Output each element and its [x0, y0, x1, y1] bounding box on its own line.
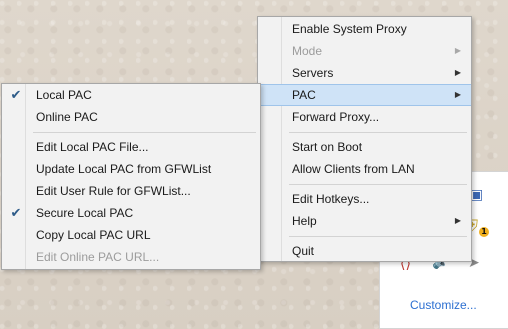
- submenu-item-local-pac[interactable]: ✔ Local PAC: [2, 84, 260, 106]
- menu-item-pac[interactable]: PAC ▶: [258, 84, 471, 106]
- menu-item-quit[interactable]: Quit: [258, 240, 471, 262]
- menu-separator: [258, 128, 471, 136]
- menu-separator: [2, 128, 260, 136]
- menu-item-label: Servers: [292, 66, 334, 80]
- check-icon: ✔: [10, 87, 22, 102]
- menu-item-label: Edit Local PAC File...: [36, 140, 149, 154]
- menu-item-label: Start on Boot: [292, 140, 363, 154]
- menu-item-start-on-boot[interactable]: Start on Boot: [258, 136, 471, 158]
- menu-item-mode[interactable]: Mode ▶: [258, 40, 471, 62]
- menu-item-label: Forward Proxy...: [292, 110, 380, 124]
- menu-item-label: Update Local PAC from GFWList: [36, 162, 212, 176]
- menu-item-help[interactable]: Help ▶: [258, 210, 471, 232]
- notification-badge: 1: [479, 227, 489, 237]
- monitor-icon[interactable]: ▣: [470, 188, 484, 202]
- chevron-right-icon: ▶: [454, 46, 461, 55]
- submenu-item-secure-local-pac[interactable]: ✔ Secure Local PAC: [2, 202, 260, 224]
- menu-item-servers[interactable]: Servers ▶: [258, 62, 471, 84]
- menu-item-label: PAC: [292, 88, 316, 102]
- menu-item-label: Copy Local PAC URL: [36, 228, 151, 242]
- chevron-right-icon: ▶: [454, 216, 461, 225]
- menu-separator: [258, 180, 471, 188]
- customize-link[interactable]: Customize...: [410, 298, 477, 312]
- menu-item-label: Allow Clients from LAN: [292, 162, 415, 176]
- submenu-item-edit-local-pac-file[interactable]: Edit Local PAC File...: [2, 136, 260, 158]
- menu-item-label: Quit: [292, 244, 315, 258]
- menu-item-label: Enable System Proxy: [292, 22, 407, 36]
- menu-item-label: Edit User Rule for GFWList...: [36, 184, 191, 198]
- menu-item-edit-hotkeys[interactable]: Edit Hotkeys...: [258, 188, 471, 210]
- menu-item-label: Local PAC: [36, 88, 92, 102]
- submenu-item-update-local-pac-from-gfwlist[interactable]: Update Local PAC from GFWList: [2, 158, 260, 180]
- submenu-item-online-pac[interactable]: Online PAC: [2, 106, 260, 128]
- menu-item-label: Edit Online PAC URL...: [36, 250, 160, 264]
- chevron-right-icon: ▶: [454, 68, 461, 77]
- submenu-item-edit-user-rule-for-gfwlist[interactable]: Edit User Rule for GFWList...: [2, 180, 260, 202]
- menu-item-label: Mode: [292, 44, 323, 58]
- menu-item-label: Edit Hotkeys...: [292, 192, 370, 206]
- context-menu-main: Enable System Proxy Mode ▶ Servers ▶ PAC…: [257, 16, 472, 262]
- submenu-item-copy-local-pac-url[interactable]: Copy Local PAC URL: [2, 224, 260, 246]
- submenu-item-edit-online-pac-url[interactable]: Edit Online PAC URL...: [2, 246, 260, 268]
- pac-submenu: ✔ Local PAC Online PAC Edit Local PAC Fi…: [1, 83, 261, 270]
- menu-item-enable-system-proxy[interactable]: Enable System Proxy: [258, 18, 471, 40]
- check-icon: ✔: [10, 205, 22, 220]
- menu-item-label: Online PAC: [36, 110, 98, 124]
- menu-item-label: Secure Local PAC: [36, 206, 134, 220]
- menu-item-forward-proxy[interactable]: Forward Proxy...: [258, 106, 471, 128]
- menu-item-allow-clients-from-lan[interactable]: Allow Clients from LAN: [258, 158, 471, 180]
- menu-item-label: Help: [292, 214, 317, 228]
- menu-separator: [258, 232, 471, 240]
- chevron-right-icon: ▶: [454, 90, 461, 99]
